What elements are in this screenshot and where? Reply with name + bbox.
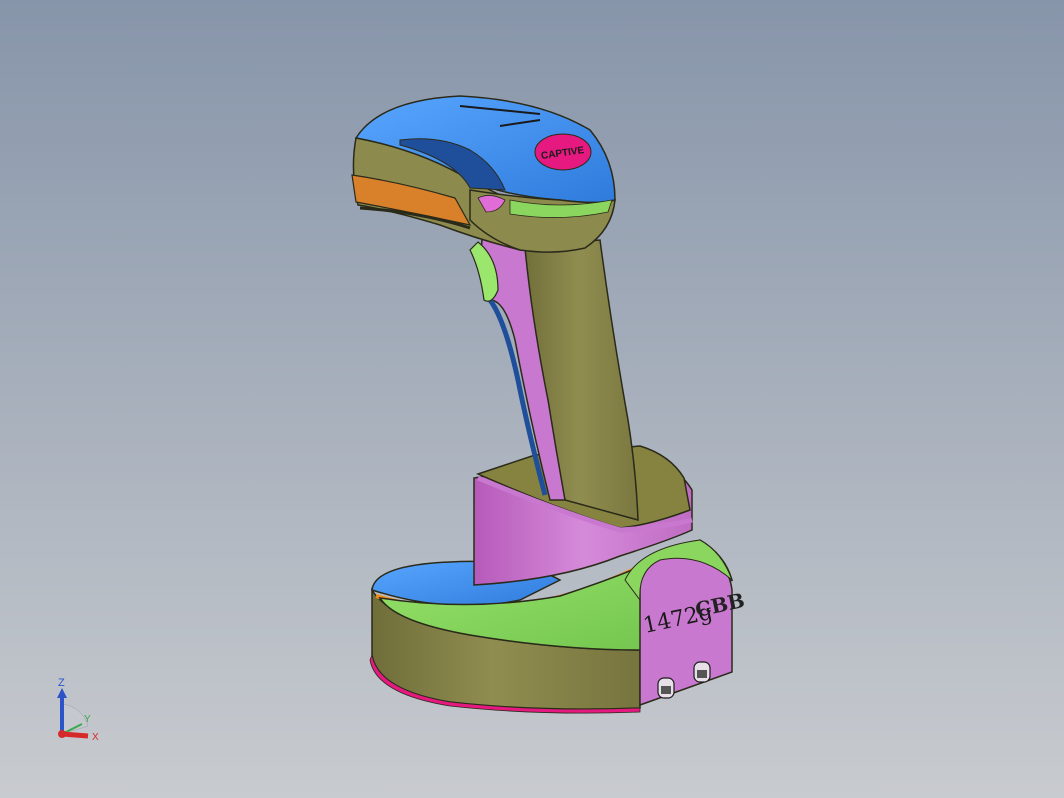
triad-y-label: Y bbox=[84, 714, 91, 725]
axis-triad[interactable]: Z Y X bbox=[48, 676, 112, 748]
base-connector-port bbox=[693, 661, 711, 683]
triad-origin-icon bbox=[58, 730, 66, 738]
barcode-scanner-model[interactable]: CAPTIVE 1472g CBB bbox=[0, 0, 1064, 798]
triad-z-label: Z bbox=[58, 677, 65, 689]
cad-viewport[interactable]: CAPTIVE 1472g CBB Z Y X bbox=[0, 0, 1064, 798]
triad-x-label: X bbox=[92, 732, 99, 743]
base-connector-port bbox=[657, 677, 675, 699]
triad-z-arrow-icon bbox=[57, 688, 67, 698]
scanner-logo-badge: CAPTIVE bbox=[534, 133, 592, 171]
